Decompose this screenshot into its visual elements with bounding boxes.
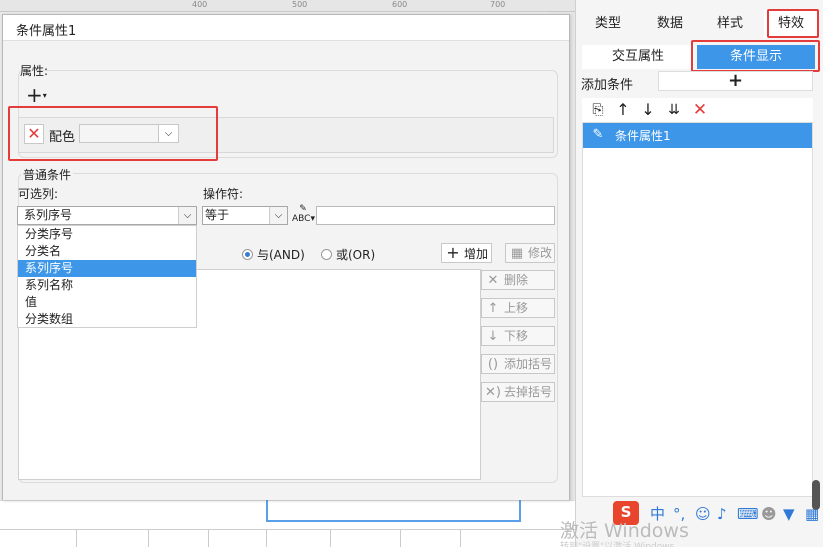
radio-or-dot[interactable] xyxy=(321,249,332,260)
add-button-label: 增加 xyxy=(464,247,489,261)
dropdown-option[interactable]: 分类数组 xyxy=(18,311,196,328)
add-condition-label: 添加条件 xyxy=(581,78,634,93)
radio-or[interactable]: 或(OR) xyxy=(321,246,375,263)
dropdown-option[interactable]: 系列名称 xyxy=(18,277,196,294)
close-icon: ✕ xyxy=(487,273,499,288)
delete-button-label: 删除 xyxy=(504,273,529,287)
column-select-value: 系列序号 xyxy=(24,208,73,222)
highlight-frame xyxy=(767,9,819,38)
operator-select[interactable]: 等于 ⌵ xyxy=(202,206,288,225)
chevron-down-icon: ▾ xyxy=(42,91,47,100)
dialog-title-divider xyxy=(3,40,569,41)
ruler-tick: 500 xyxy=(292,0,308,9)
dropdown-option[interactable]: 分类名 xyxy=(18,243,196,260)
remove-bracket-icon: ✕) xyxy=(485,385,501,400)
ruler-tick: 600 xyxy=(392,0,408,9)
operator-label: 操作符: xyxy=(203,187,244,201)
radio-and-label: 与(AND) xyxy=(257,248,305,262)
chevron-down-icon[interactable]: ⌵ xyxy=(269,207,287,224)
user-icon[interactable]: ☻ xyxy=(761,503,777,525)
keyboard-icon[interactable]: ⌨ xyxy=(737,503,759,525)
arrow-down-icon[interactable]: ↓ xyxy=(638,100,658,120)
move-up-button-label: 上移 xyxy=(504,301,529,315)
dropdown-option[interactable]: 系列序号 xyxy=(18,260,196,277)
operator-select-value: 等于 xyxy=(205,208,230,222)
tab-style[interactable]: 样式 xyxy=(702,10,758,38)
highlight-frame xyxy=(8,106,218,161)
condition-item-label: 条件属性1 xyxy=(615,129,671,143)
arrow-up-icon: ↑ xyxy=(487,301,499,316)
arrow-down-icon: ↓ xyxy=(487,329,499,344)
tab-data[interactable]: 数据 xyxy=(640,10,700,38)
condition-toolbar: ⎘ ↑ ↓ ⇊ ✕ xyxy=(582,98,813,122)
column-dropdown-list: 分类序号 分类名 系列序号 系列名称值分类数组 xyxy=(17,225,197,328)
add-button[interactable]: + 增加 xyxy=(441,243,492,263)
list-item[interactable]: ✎ 条件属性1 xyxy=(583,123,812,148)
optional-column-label: 可选列: xyxy=(18,187,59,201)
highlight-frame xyxy=(691,40,820,72)
chevron-down-icon[interactable]: ⌵ xyxy=(178,207,196,224)
dropdown-option[interactable]: 值 xyxy=(18,294,196,311)
edit-icon[interactable]: ✎ xyxy=(589,126,607,144)
formula-abc-icon[interactable]: ✎ ABC▾ xyxy=(292,204,315,226)
arrow-up-icon[interactable]: ↑ xyxy=(613,100,633,120)
edit-button-label: 修改 xyxy=(528,246,553,260)
column-select[interactable]: 系列序号 ⌵ xyxy=(17,206,197,225)
tab-type[interactable]: 类型 xyxy=(578,10,638,38)
move-up-button[interactable]: ↑ 上移 xyxy=(481,298,555,318)
dropdown-option[interactable]: 分类序号 xyxy=(18,226,196,243)
bracket-icon: () xyxy=(487,357,499,372)
edit-icon: ▦ xyxy=(510,246,524,261)
radio-and-dot[interactable] xyxy=(242,249,253,260)
radio-or-label: 或(OR) xyxy=(336,248,376,262)
radio-and[interactable]: 与(AND) xyxy=(242,246,305,263)
condition-list xyxy=(582,122,813,497)
toolbox-icon[interactable]: ▦ xyxy=(805,503,819,525)
horizontal-ruler: 400 500 600 700 xyxy=(0,0,575,12)
add-property-button[interactable]: +▾ xyxy=(26,83,56,107)
ruler-tick: 400 xyxy=(192,0,208,9)
activation-watermark-sub: 转到"设置"以激活 Windows。 xyxy=(560,542,684,547)
normal-conditions-label: 普通条件 xyxy=(21,166,74,183)
delete-icon[interactable]: ✕ xyxy=(690,100,710,120)
properties-label: 属性: xyxy=(20,64,49,78)
remove-bracket-button-label: 去掉括号 xyxy=(504,385,553,399)
plus-icon: + xyxy=(26,83,43,107)
delete-button[interactable]: ✕ 删除 xyxy=(481,270,555,290)
copy-icon[interactable]: ⎘ xyxy=(588,100,608,120)
ruler-tick: 700 xyxy=(490,0,506,9)
add-bracket-button-label: 添加括号 xyxy=(504,357,553,371)
dialog-title: 条件属性1 xyxy=(16,24,77,39)
canvas-grid xyxy=(0,529,575,547)
microphone-icon[interactable]: ♪ xyxy=(717,503,727,525)
add-bracket-button[interactable]: () 添加括号 xyxy=(481,354,555,374)
move-down-button[interactable]: ↓ 下移 xyxy=(481,326,555,346)
value-input[interactable] xyxy=(316,206,555,225)
emoji-icon[interactable]: ☺ xyxy=(695,503,711,525)
skin-icon[interactable]: ▼ xyxy=(783,503,795,525)
move-bottom-icon[interactable]: ⇊ xyxy=(664,100,684,120)
remove-bracket-button[interactable]: ✕) 去掉括号 xyxy=(481,382,555,402)
subtab-interaction[interactable]: 交互属性 xyxy=(582,45,694,69)
edit-button[interactable]: ▦ 修改 xyxy=(505,243,555,263)
plus-icon: + xyxy=(446,243,460,262)
move-down-button-label: 下移 xyxy=(504,329,529,343)
add-condition-button[interactable]: + xyxy=(658,71,813,91)
selected-chart-outline[interactable] xyxy=(266,500,521,522)
